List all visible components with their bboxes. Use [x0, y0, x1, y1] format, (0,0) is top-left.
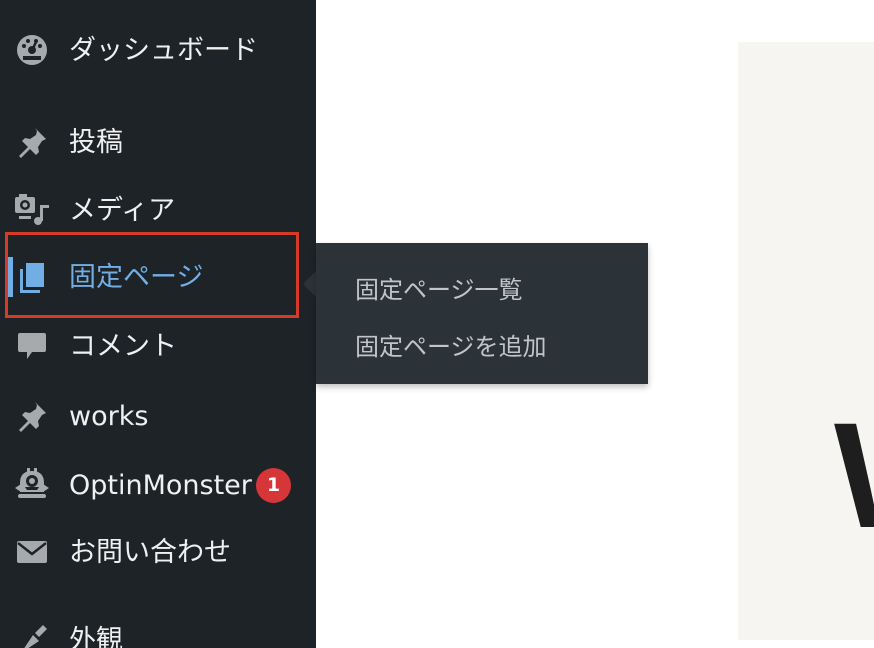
pin-icon — [13, 397, 51, 435]
sidebar-item-label: メディア — [69, 194, 176, 226]
comment-icon — [13, 327, 51, 365]
admin-sidebar: ダッシュボード 投稿 メディア 固定ページ コメント works OptinMo… — [0, 0, 316, 648]
sidebar-item-label: OptinMonster — [69, 469, 252, 501]
heading-fragment: W — [834, 400, 874, 550]
mail-icon — [13, 533, 51, 571]
sidebar-item-comments[interactable]: コメント — [0, 318, 316, 374]
sidebar-item-label: works — [69, 400, 149, 432]
sidebar-item-dashboard[interactable]: ダッシュボード — [0, 22, 316, 78]
sidebar-item-works[interactable]: works — [0, 388, 316, 444]
pin-icon — [13, 123, 51, 161]
sidebar-item-optinmonster[interactable]: OptinMonster 1 — [0, 457, 316, 513]
pages-icon — [13, 258, 51, 296]
submenu-item-add-page[interactable]: 固定ページを追加 — [355, 327, 547, 362]
monster-icon — [13, 466, 51, 504]
sidebar-item-label: 固定ページ — [69, 261, 204, 293]
sidebar-item-label: コメント — [69, 330, 177, 362]
dashboard-icon — [13, 31, 51, 69]
sidebar-item-pages[interactable]: 固定ページ — [0, 249, 316, 305]
sidebar-item-label: 投稿 — [69, 126, 123, 158]
sidebar-item-posts[interactable]: 投稿 — [0, 114, 316, 170]
sidebar-item-label: ダッシュボード — [69, 34, 258, 66]
sidebar-item-contact[interactable]: お問い合わせ — [0, 524, 316, 580]
brush-icon — [13, 621, 51, 648]
sidebar-item-label: お問い合わせ — [69, 536, 231, 568]
content-preview-panel: W — [738, 42, 874, 640]
wp-admin-screen: ダッシュボード 投稿 メディア 固定ページ コメント works OptinMo… — [0, 0, 874, 648]
flyout-pointer — [303, 270, 317, 298]
notification-badge: 1 — [256, 467, 291, 503]
media-icon — [13, 191, 51, 229]
sidebar-item-media[interactable]: メディア — [0, 182, 316, 238]
submenu-item-all-pages[interactable]: 固定ページ一覧 — [355, 270, 523, 305]
sidebar-item-label: 外観 — [69, 624, 123, 648]
sidebar-item-appearance[interactable]: 外観 — [0, 612, 316, 648]
pages-submenu: 固定ページ一覧 固定ページを追加 — [316, 243, 648, 384]
